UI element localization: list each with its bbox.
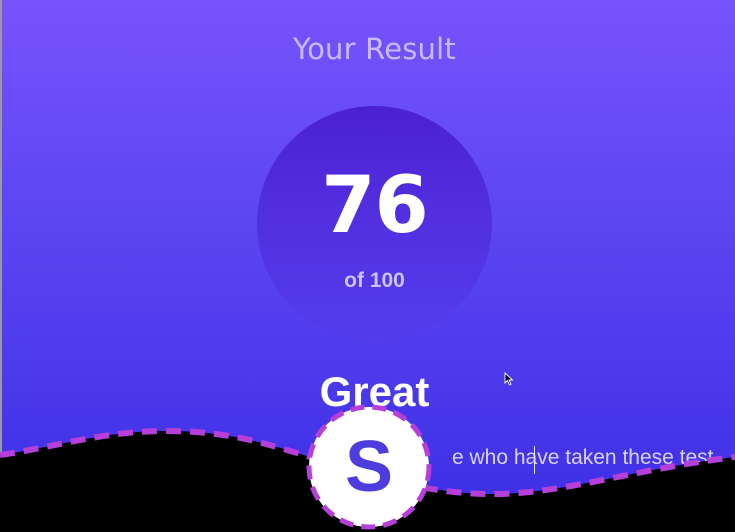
result-screen: Your Result 76 of 100 Great e who have t… <box>0 0 735 532</box>
logo-badge[interactable]: S <box>306 404 432 530</box>
logo-letter: S <box>344 427 394 507</box>
